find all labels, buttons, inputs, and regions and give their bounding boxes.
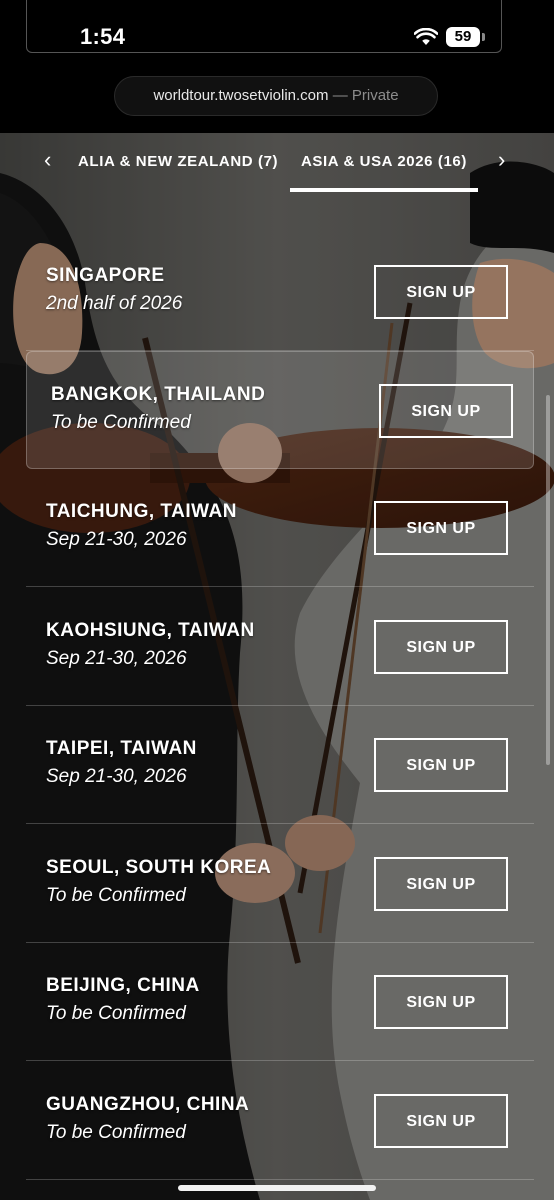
address-bar[interactable]: worldtour.twosetviolin.com — Private [114, 76, 438, 116]
tour-city: BEIJING, CHINA [46, 975, 200, 996]
tour-city: TAICHUNG, TAIWAN [46, 501, 237, 522]
tour-city: TAIPEI, TAIWAN [46, 738, 197, 759]
browser-toolbar: worldtour.twosetviolin.com — Private [0, 70, 554, 133]
scrollbar[interactable] [546, 395, 550, 765]
chevron-left-icon[interactable]: ‹ [44, 149, 51, 171]
active-tab-indicator [290, 188, 478, 192]
sign-up-button[interactable]: SIGN UP [374, 501, 508, 555]
tour-city: KAOHSIUNG, TAIWAN [46, 620, 255, 641]
sign-up-button[interactable]: SIGN UP [374, 857, 508, 911]
tour-page: ‹ ALIA & NEW ZEALAND (7) ASIA & USA 2026… [0, 133, 554, 1200]
sign-up-button[interactable]: SIGN UP [374, 738, 508, 792]
battery-tip [482, 33, 485, 41]
tour-date: Sep 21-30, 2026 [46, 648, 187, 669]
tour-date: To be Confirmed [51, 412, 191, 433]
url-domain: worldtour.twosetviolin.com [153, 87, 329, 104]
list-item: KAOHSIUNG, TAIWAN Sep 21-30, 2026 SIGN U… [26, 588, 534, 706]
tour-date: To be Confirmed [46, 1122, 186, 1143]
url-separator: — [332, 87, 348, 104]
sign-up-button[interactable]: SIGN UP [374, 620, 508, 674]
tour-date: Sep 21-30, 2026 [46, 766, 187, 787]
status-time: 1:54 [80, 24, 126, 49]
sign-up-button[interactable]: SIGN UP [374, 265, 508, 319]
tour-date: Sep 21-30, 2026 [46, 529, 187, 550]
tour-city: SEOUL, SOUTH KOREA [46, 857, 272, 878]
home-indicator[interactable] [178, 1185, 376, 1191]
battery-indicator: 59 [446, 27, 480, 47]
sign-up-button[interactable]: SIGN UP [374, 1094, 508, 1148]
sign-up-button[interactable]: SIGN UP [374, 975, 508, 1029]
tab-oceania[interactable]: ALIA & NEW ZEALAND (7) [78, 153, 278, 170]
sign-up-button[interactable]: SIGN UP [379, 384, 513, 438]
tour-city: BANGKOK, THAILAND [51, 384, 266, 405]
list-item: TAIPEI, TAIWAN Sep 21-30, 2026 SIGN UP [26, 706, 534, 824]
list-item: SINGAPORE 2nd half of 2026 SIGN UP [26, 233, 534, 351]
tour-city: GUANGZHOU, CHINA [46, 1094, 250, 1115]
tour-city: SINGAPORE [46, 265, 165, 286]
list-item: BEIJING, CHINA To be Confirmed SIGN UP [26, 943, 534, 1061]
list-item: SEOUL, SOUTH KOREA To be Confirmed SIGN … [26, 825, 534, 943]
list-item: GUANGZHOU, CHINA To be Confirmed SIGN UP [26, 1062, 534, 1180]
status-bar: 1:54 59 [0, 0, 554, 70]
region-tabs: ‹ ALIA & NEW ZEALAND (7) ASIA & USA 2026… [0, 133, 554, 193]
tour-date: To be Confirmed [46, 885, 186, 906]
wifi-icon [414, 28, 438, 45]
chevron-right-icon[interactable]: › [498, 149, 505, 171]
list-item: BANGKOK, THAILAND To be Confirmed SIGN U… [26, 351, 534, 469]
list-item: TAICHUNG, TAIWAN Sep 21-30, 2026 SIGN UP [26, 469, 534, 587]
tab-asia-usa[interactable]: ASIA & USA 2026 (16) [301, 153, 467, 170]
tour-date: 2nd half of 2026 [46, 293, 183, 314]
tour-date: To be Confirmed [46, 1003, 186, 1024]
private-mode-label: Private [351, 87, 399, 104]
